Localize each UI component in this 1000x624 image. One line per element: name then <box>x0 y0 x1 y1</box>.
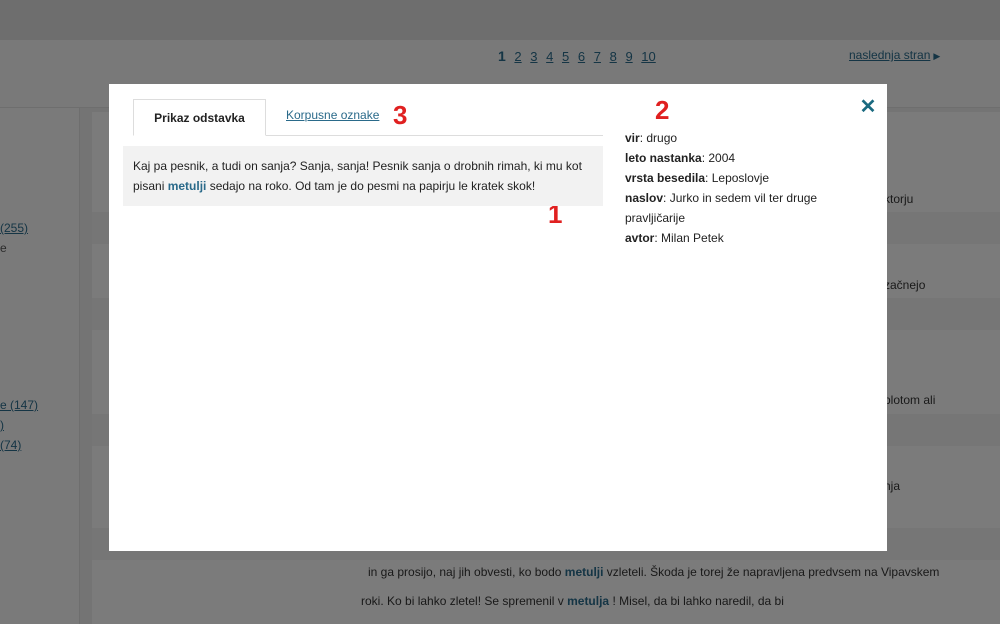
annotation-marker-2: 2 <box>655 95 670 125</box>
paragraph-text: Kaj pa pesnik, a tudi on sanja? Sanja, s… <box>123 146 603 206</box>
metadata-value: drugo <box>646 131 678 145</box>
metadata-value: 2004 <box>708 151 736 165</box>
metadata-row-source: vir: drugo <box>625 131 678 145</box>
metadata-value: Leposlovje <box>711 171 770 185</box>
metadata-key: naslov <box>625 191 664 205</box>
metadata-row-text-type: vrsta besedila: Leposlovje <box>625 171 770 185</box>
metadata-key: vir <box>625 131 640 145</box>
metadata-row-author: avtor: Milan Petek <box>625 231 724 245</box>
paragraph-text-after: sedajo na roko. Od tam je do pesmi na pa… <box>206 179 536 193</box>
metadata-row-title: naslov: Jurko in sedem vil ter druge pra… <box>625 191 818 225</box>
metadata-key: leto nastanka <box>625 151 702 165</box>
paragraph-keyword: metulji <box>167 179 207 193</box>
paragraph-modal: Prikaz odstavka Korpusne oznake 3 2 1 Ka… <box>109 84 887 551</box>
tab-paragraph-view[interactable]: Prikaz odstavka <box>133 99 266 136</box>
metadata-key: avtor <box>625 231 655 245</box>
annotation-marker-3: 3 <box>393 100 408 130</box>
metadata-panel: vir: drugo leto nastanka: 2004 vrsta bes… <box>625 128 855 248</box>
metadata-value: Milan Petek <box>661 231 724 245</box>
metadata-row-year: leto nastanka: 2004 <box>625 151 736 165</box>
metadata-key: vrsta besedila <box>625 171 706 185</box>
tab-corpus-tags[interactable]: Korpusne oznake <box>286 108 379 122</box>
modal-tabs: Prikaz odstavka Korpusne oznake <box>133 99 603 136</box>
close-icon[interactable]: ✕ <box>859 97 877 117</box>
